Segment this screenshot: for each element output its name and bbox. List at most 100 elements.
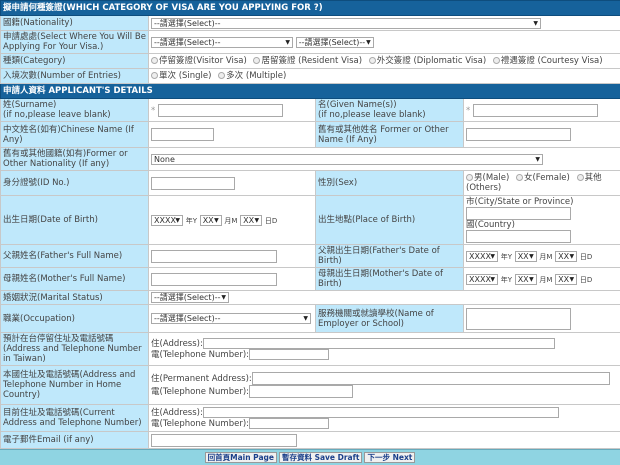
former-name-input[interactable] [466, 128, 571, 141]
chevron-down-icon: ▼ [214, 216, 219, 225]
next-button[interactable]: 下一步 Next [364, 452, 415, 463]
occupation-select[interactable]: --請選擇(Select)-- ▼ [151, 313, 311, 324]
chinese-name-input[interactable] [151, 128, 214, 141]
radio-icon[interactable] [493, 57, 500, 64]
chevron-down-icon: ▼ [175, 216, 180, 225]
given-note: (if no,please leave blank) [318, 110, 426, 120]
former-nationality-value: None [154, 155, 175, 164]
current-tel-input[interactable] [249, 418, 329, 429]
surname-input[interactable] [158, 104, 283, 117]
current-address-label: 目前住址及電話號碼(Current Address and Telephone … [1, 405, 149, 432]
category-visitor[interactable]: 停留簽證(Visitor Visa) [151, 56, 247, 66]
section-visa-category-header: 擬申請何種簽證(WHICH CATEGORY OF VISA ARE YOU A… [1, 1, 620, 16]
father-name-input[interactable] [151, 250, 277, 263]
taiwan-address-input[interactable] [203, 338, 555, 349]
mother-dob-year-select[interactable]: XXXX▼ [466, 274, 498, 285]
category-courtesy[interactable]: 禮遇簽證 (Courtesy Visa) [493, 56, 603, 66]
marital-label: 婚姻狀況(Marital Status) [1, 291, 149, 305]
nationality-value: --請選擇(Select)-- [154, 19, 220, 28]
dob-year-select[interactable]: XXXX▼ [151, 215, 183, 226]
employer-textarea[interactable] [466, 308, 571, 330]
mother-dob-day-select[interactable]: XX▼ [555, 274, 577, 285]
sex-female[interactable]: 女(Female) [516, 173, 570, 183]
chevron-down-icon: ▼ [490, 252, 495, 261]
nationality-label: 國籍(Nationality) [1, 16, 149, 31]
main-page-button[interactable]: 回首頁Main Page [205, 452, 277, 463]
country-input[interactable] [466, 230, 571, 243]
home-address-label: 本國住址及電話號碼(Address and Telephone Number i… [1, 366, 149, 405]
entries-single[interactable]: 單次 (Single) [151, 71, 211, 81]
taiwan-tel-input[interactable] [249, 349, 329, 360]
entries-multiple[interactable]: 多次 (Multiple) [218, 71, 286, 81]
radio-icon[interactable] [369, 57, 376, 64]
day-value: XX [558, 275, 569, 284]
year-value: XXXX [154, 216, 176, 225]
day-value: XX [558, 252, 569, 261]
apply-office-value: --請選擇(Select)-- [299, 38, 365, 47]
former-nationality-select[interactable]: None ▼ [151, 154, 543, 165]
radio-icon[interactable] [466, 174, 473, 181]
home-tel-input[interactable] [249, 385, 353, 398]
given-name-input[interactable] [473, 104, 598, 117]
tel-label: 電(Telephone Number): [151, 387, 249, 397]
option-label: 女(Female) [524, 173, 570, 183]
current-address-input[interactable] [203, 407, 559, 418]
required-mark: * [466, 106, 470, 116]
dob-day-select[interactable]: XX▼ [240, 215, 262, 226]
category-diplomatic[interactable]: 外交簽證 (Diplomatic Visa) [369, 56, 486, 66]
radio-icon[interactable] [151, 57, 158, 64]
city-input[interactable] [466, 207, 571, 220]
category-resident[interactable]: 居留簽證 (Resident Visa) [253, 56, 362, 66]
surname-label-text: 姓(Surname) [3, 100, 56, 110]
dob-label: 出生日期(Date of Birth) [1, 196, 149, 245]
option-label: 多次 (Multiple) [226, 71, 286, 81]
dob-month-select[interactable]: XX▼ [200, 215, 222, 226]
apply-office-select[interactable]: --請選擇(Select)--▼ [296, 37, 374, 48]
given-name-label: 名(Given Name(s))(if no,please leave blan… [316, 99, 464, 122]
save-draft-button[interactable]: 暫存資料 Save Draft [279, 452, 363, 463]
option-label: 男(Male) [474, 173, 509, 183]
father-dob-label: 父親出生日期(Father's Date of Birth) [316, 245, 464, 268]
entries-label: 入境次數(Number of Entries) [1, 69, 149, 84]
day-unit: 日D [265, 217, 277, 225]
home-address-input[interactable] [252, 372, 610, 385]
father-dob-day-select[interactable]: XX▼ [555, 251, 577, 262]
chevron-down-icon: ▼ [366, 38, 371, 47]
occupation-label: 職業(Occupation) [1, 305, 149, 333]
surname-note: (if no,please leave blank) [3, 110, 111, 120]
chevron-down-icon: ▼ [303, 314, 308, 323]
month-unit: 月M [539, 253, 552, 261]
occupation-value: --請選擇(Select)-- [154, 314, 220, 323]
radio-icon[interactable] [253, 57, 260, 64]
city-label: 市(City/State or Province) [466, 197, 618, 207]
father-dob-group: XXXX▼ 年Y XX▼ 月M XX▼ 日D [464, 245, 620, 268]
radio-icon[interactable] [516, 174, 523, 181]
father-dob-year-select[interactable]: XXXX▼ [466, 251, 498, 262]
email-label: 電子郵件Email (if any) [1, 432, 149, 449]
chevron-down-icon: ▼ [529, 252, 534, 261]
tel-label: 電(Telephone Number): [151, 419, 249, 429]
year-unit: 年Y [501, 253, 512, 261]
radio-icon[interactable] [151, 72, 158, 79]
chevron-down-icon: ▼ [490, 275, 495, 284]
day-unit: 日D [580, 276, 592, 284]
radio-icon[interactable] [577, 174, 584, 181]
apply-location-select[interactable]: --請選擇(Select)--▼ [151, 37, 293, 48]
option-label: 居留簽證 (Resident Visa) [261, 56, 362, 66]
mother-dob-month-select[interactable]: XX▼ [515, 274, 537, 285]
chevron-down-icon: ▼ [535, 155, 540, 164]
month-value: XX [518, 252, 529, 261]
nationality-select[interactable]: --請選擇(Select)--▼ [151, 18, 541, 29]
chinese-name-label: 中文姓名(如有)Chinese Name (If Any) [1, 122, 149, 148]
radio-icon[interactable] [218, 72, 225, 79]
mother-name-input[interactable] [151, 273, 277, 286]
mother-name-label: 母親姓名(Mother's Full Name) [1, 268, 149, 291]
chevron-down-icon: ▼ [570, 275, 575, 284]
year-value: XXXX [469, 275, 491, 284]
sex-male[interactable]: 男(Male) [466, 173, 509, 183]
footer-bar: 回首頁Main Page暫存資料 Save Draft下一步 Next [0, 449, 620, 465]
id-input[interactable] [151, 177, 235, 190]
day-value: XX [243, 216, 254, 225]
marital-select[interactable]: --請選擇(Select)--▼ [151, 292, 229, 303]
father-dob-month-select[interactable]: XX▼ [515, 251, 537, 262]
